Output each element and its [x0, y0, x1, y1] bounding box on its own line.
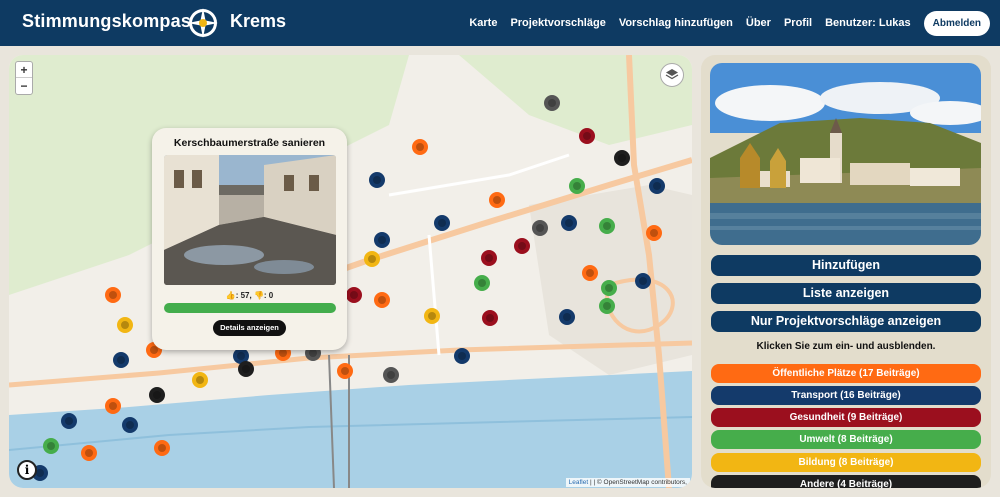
- category-health[interactable]: Gesundheit (9 Beiträge): [711, 408, 981, 427]
- map-marker[interactable]: [514, 238, 530, 254]
- map-marker[interactable]: [544, 95, 560, 111]
- side-panel: Hinzufügen Liste anzeigen Nur Projektvor…: [701, 55, 991, 488]
- attribution-text: | | © OpenStreetMap contributors,: [588, 479, 687, 486]
- show-list-button[interactable]: Liste anzeigen: [711, 283, 981, 304]
- leaflet-link[interactable]: Leaflet: [569, 479, 589, 486]
- map-marker[interactable]: [337, 363, 353, 379]
- map-attribution: Leaflet | | © OpenStreetMap contributors…: [565, 478, 690, 487]
- map-marker[interactable]: [61, 413, 77, 429]
- popup-votes: 👍: 57, 👎: 0: [225, 291, 274, 300]
- toggle-hint: Klicken Sie zum ein- und ausblenden.: [756, 341, 936, 352]
- zoom-control: + −: [15, 61, 33, 95]
- map-marker[interactable]: [43, 438, 59, 454]
- map-marker[interactable]: [474, 275, 490, 291]
- category-other[interactable]: Andere (4 Beiträge): [711, 475, 981, 488]
- zoom-out-button[interactable]: −: [16, 78, 32, 94]
- map-marker[interactable]: [383, 367, 399, 383]
- add-button[interactable]: Hinzufügen: [711, 255, 981, 276]
- map-marker[interactable]: [117, 317, 133, 333]
- map-marker[interactable]: [481, 250, 497, 266]
- category-environment[interactable]: Umwelt (8 Beiträge): [711, 430, 981, 449]
- map-popup: Kerschbaumerstraße sanieren 👍: 57, 👎: 0 …: [152, 128, 347, 350]
- map-marker[interactable]: [646, 225, 662, 241]
- map-marker[interactable]: [599, 298, 615, 314]
- map-marker[interactable]: [635, 273, 651, 289]
- map-marker[interactable]: [122, 417, 138, 433]
- category-education[interactable]: Bildung (8 Beiträge): [711, 453, 981, 472]
- popup-title: Kerschbaumerstraße sanieren: [173, 137, 326, 149]
- map-marker[interactable]: [582, 265, 598, 281]
- map-marker[interactable]: [192, 372, 208, 388]
- map-marker[interactable]: [81, 445, 97, 461]
- nav-map[interactable]: Karte: [469, 17, 497, 29]
- main-nav: Karte Projektvorschläge Vorschlag hinzuf…: [469, 0, 1000, 46]
- map-marker[interactable]: [561, 215, 577, 231]
- map-marker[interactable]: [569, 178, 585, 194]
- category-transport[interactable]: Transport (16 Beiträge): [711, 386, 981, 405]
- top-header: Stimmungskompass Krems Karte Projektvors…: [0, 0, 1000, 46]
- approval-bar: [164, 303, 336, 313]
- map-marker[interactable]: [374, 232, 390, 248]
- map-marker[interactable]: [559, 309, 575, 325]
- map-marker[interactable]: [532, 220, 548, 236]
- info-icon[interactable]: i: [17, 460, 37, 480]
- nav-profile[interactable]: Profil: [784, 17, 812, 29]
- map-marker[interactable]: [649, 178, 665, 194]
- layers-icon[interactable]: [660, 63, 684, 87]
- nav-project-proposals[interactable]: Projektvorschläge: [510, 17, 605, 29]
- map-marker[interactable]: [346, 287, 362, 303]
- brand-title[interactable]: Stimmungskompass: [22, 11, 201, 32]
- map-marker[interactable]: [105, 398, 121, 414]
- nav-about[interactable]: Über: [746, 17, 771, 29]
- map-marker[interactable]: [434, 215, 450, 231]
- map-marker[interactable]: [149, 387, 165, 403]
- brand-city[interactable]: Krems: [230, 11, 286, 32]
- logout-button[interactable]: Abmelden: [923, 10, 990, 36]
- map-marker[interactable]: [154, 440, 170, 456]
- map-marker[interactable]: [374, 292, 390, 308]
- map-marker[interactable]: [579, 128, 595, 144]
- map-marker[interactable]: [105, 287, 121, 303]
- map-marker[interactable]: [412, 139, 428, 155]
- nav-user: Benutzer: Lukas: [825, 17, 911, 29]
- category-public-spaces[interactable]: Öffentliche Plätze (17 Beiträge): [711, 364, 981, 383]
- map-marker[interactable]: [601, 280, 617, 296]
- nav-add-proposal[interactable]: Vorschlag hinzufügen: [619, 17, 733, 29]
- map-marker[interactable]: [238, 361, 254, 377]
- map-marker[interactable]: [614, 150, 630, 166]
- map-marker[interactable]: [454, 348, 470, 364]
- map-marker[interactable]: [482, 310, 498, 326]
- details-button[interactable]: Details anzeigen: [213, 320, 286, 336]
- map-view[interactable]: + − i Leaflet | | © OpenStreetMap contri…: [9, 55, 692, 488]
- popup-photo: [164, 155, 336, 285]
- map-marker[interactable]: [489, 192, 505, 208]
- krems-photo: [710, 63, 981, 245]
- zoom-in-button[interactable]: +: [16, 62, 32, 78]
- map-marker[interactable]: [424, 308, 440, 324]
- map-marker[interactable]: [113, 352, 129, 368]
- map-marker[interactable]: [364, 251, 380, 267]
- compass-logo-icon[interactable]: [186, 5, 220, 41]
- only-projects-button[interactable]: Nur Projektvorschläge anzeigen: [711, 311, 981, 332]
- map-marker[interactable]: [599, 218, 615, 234]
- map-marker[interactable]: [369, 172, 385, 188]
